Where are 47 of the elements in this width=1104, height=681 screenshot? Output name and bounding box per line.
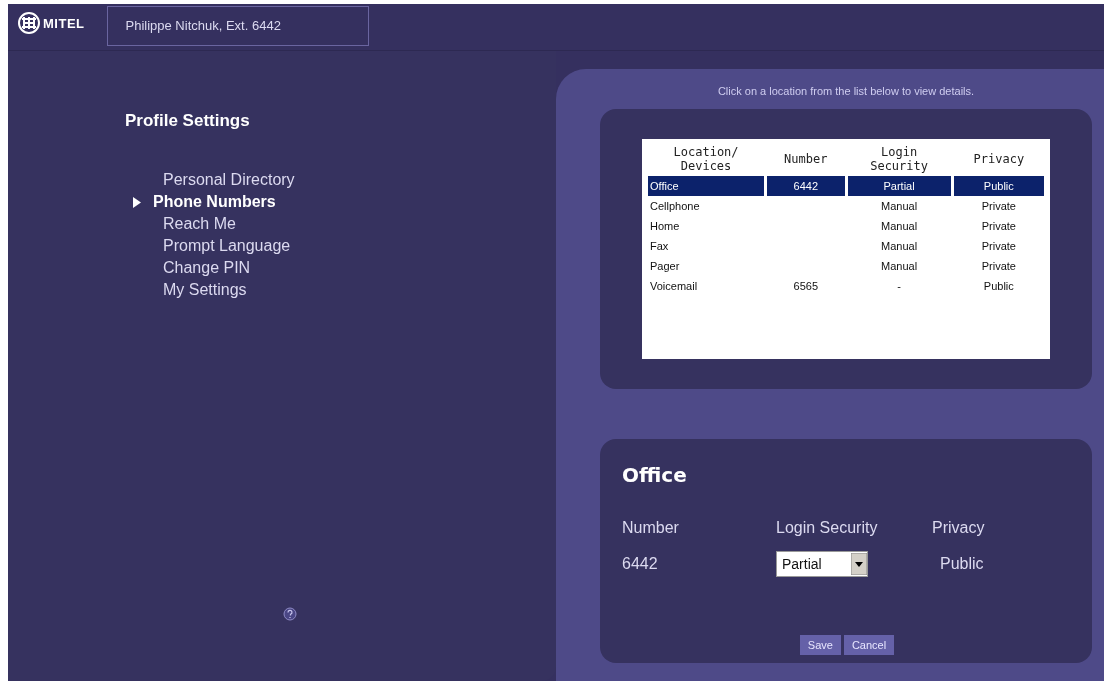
privacy-value: Public: [939, 555, 985, 573]
table-cell[interactable]: -: [847, 276, 951, 296]
table-cell[interactable]: Public: [953, 276, 1044, 296]
field-label: Login Security: [776, 519, 879, 537]
logo-text: MITEL: [43, 15, 85, 31]
table-cell[interactable]: Voicemail: [648, 276, 765, 296]
table-cell[interactable]: Home: [648, 216, 765, 236]
sidebar-title: Profile Settings: [125, 111, 251, 131]
table-cell[interactable]: Office: [648, 176, 765, 196]
field-label: Number: [622, 519, 680, 537]
table-cell[interactable]: Manual: [847, 216, 951, 236]
column-header: Number: [783, 151, 829, 168]
user-label: Philippe Nitchuk, Ext. 6442: [106, 6, 369, 46]
dropdown-icon: [851, 553, 867, 575]
sidebar-item[interactable]: Personal Directory: [125, 169, 556, 191]
help-icon[interactable]: [283, 607, 297, 621]
hint-text: Click on a location from the list below to view details.: [716, 85, 976, 97]
table-cell[interactable]: Private: [953, 256, 1044, 276]
table-cell[interactable]: Private: [953, 236, 1044, 256]
details-title: Office: [622, 463, 688, 487]
table-cell[interactable]: Private: [953, 196, 1044, 216]
table-cell[interactable]: Private: [953, 216, 1044, 236]
logo-icon: [18, 12, 40, 34]
table-cell[interactable]: Manual: [847, 256, 951, 276]
table-cell[interactable]: Public: [953, 176, 1044, 196]
triangle-icon: [133, 196, 141, 208]
field-label: Privacy: [932, 519, 986, 537]
sidebar-item[interactable]: Change PIN: [125, 257, 556, 279]
column-header: Login Security: [869, 144, 929, 175]
table-cell[interactable]: 6565: [767, 276, 845, 296]
save-button[interactable]: Save: [799, 635, 841, 655]
table-cell[interactable]: Manual: [847, 196, 951, 216]
number-value: 6442: [622, 555, 659, 573]
column-header: Location/ Devices: [672, 144, 740, 175]
table-cell[interactable]: Cellphone: [648, 196, 765, 216]
table-cell[interactable]: Fax: [648, 236, 765, 256]
cancel-button[interactable]: Cancel: [843, 635, 895, 655]
sidebar-item[interactable]: Prompt Language: [125, 235, 556, 257]
table-cell[interactable]: Pager: [648, 256, 765, 276]
table-cell[interactable]: Partial: [847, 176, 951, 196]
table-cell[interactable]: Manual: [847, 236, 951, 256]
column-header: Privacy: [972, 151, 1026, 168]
table-cell[interactable]: 6442: [767, 176, 845, 196]
sidebar-item[interactable]: Phone Numbers: [125, 191, 556, 213]
sidebar-item[interactable]: My Settings: [125, 279, 556, 301]
login-security-select[interactable]: Partial: [776, 551, 868, 577]
sidebar-item[interactable]: Reach Me: [125, 213, 556, 235]
